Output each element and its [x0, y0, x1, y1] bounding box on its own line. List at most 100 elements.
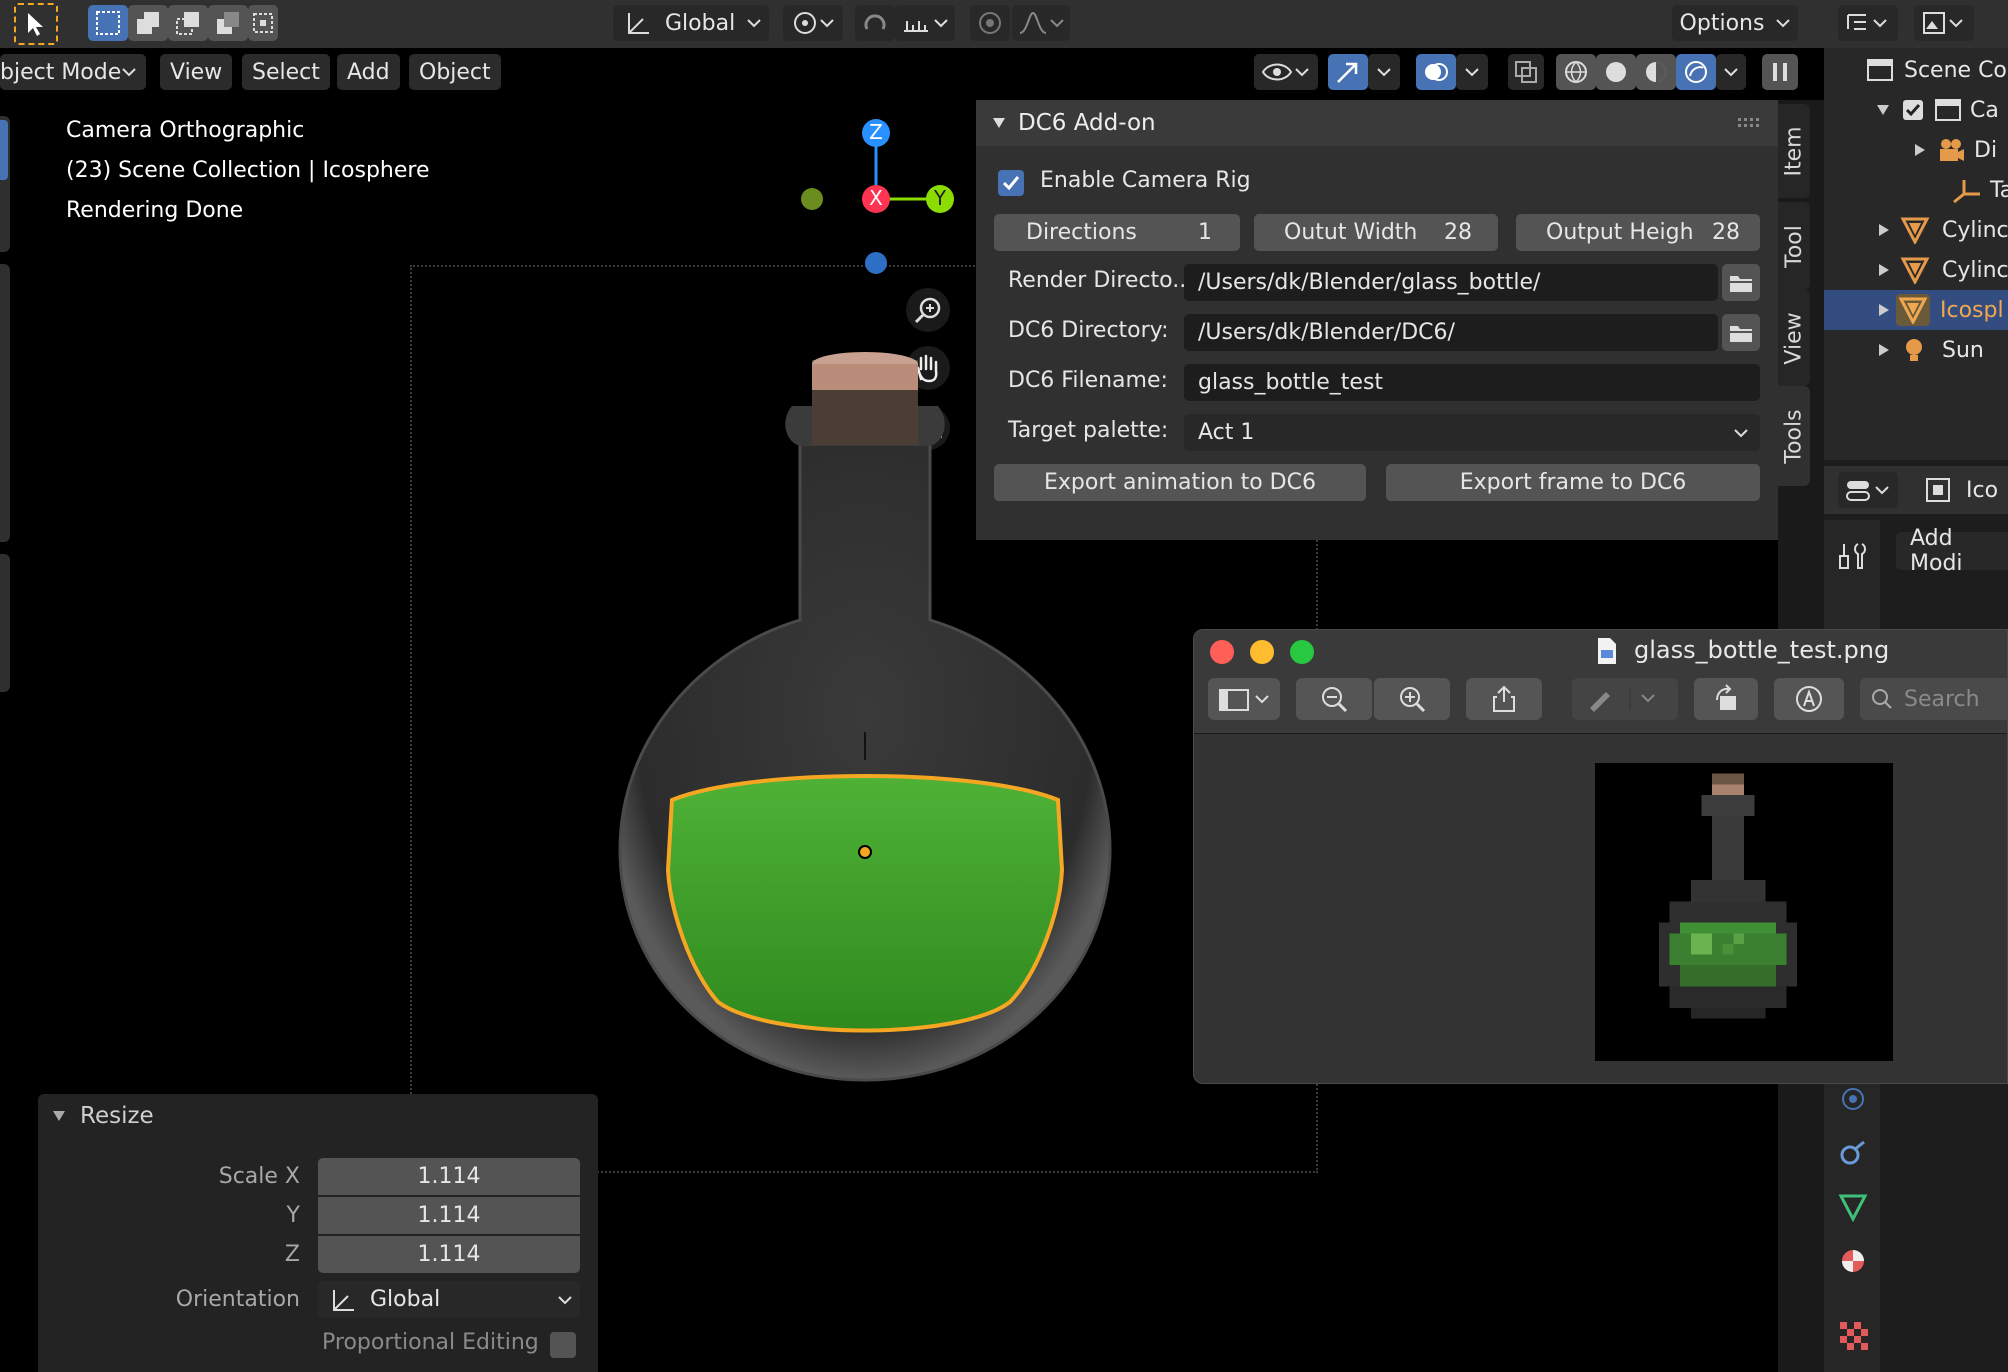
expand-arrow-icon[interactable]	[1876, 104, 1890, 116]
tab-view[interactable]: View	[1778, 290, 1810, 386]
render-directory-input[interactable]: /Users/dk/Blender/glass_bottle/	[1184, 264, 1718, 301]
sidebar-toggle-icon[interactable]	[1208, 678, 1280, 720]
render-directory-label: Render Directo..	[1008, 268, 1187, 293]
shading-rendered-icon[interactable]	[1676, 54, 1716, 90]
dc6-filename-input[interactable]: glass_bottle_test	[1184, 364, 1760, 401]
rotate-icon[interactable]	[1694, 678, 1758, 720]
panel-collapse-icon[interactable]	[992, 117, 1006, 129]
dc6-directory-input[interactable]: /Users/dk/Blender/DC6/	[1184, 314, 1718, 351]
proportional-editing-icon[interactable]	[970, 5, 1010, 41]
mode-dropdown[interactable]: bject Mode	[0, 54, 146, 90]
menu-object[interactable]: Object	[409, 54, 501, 90]
zoom-out-icon[interactable]	[1296, 678, 1372, 720]
physics-icon[interactable]	[1838, 1084, 1868, 1114]
gizmo-dropdown-icon[interactable]	[1368, 54, 1400, 90]
enable-camera-rig-checkbox[interactable]	[998, 170, 1024, 196]
expand-arrow-icon[interactable]	[1878, 303, 1890, 317]
shading-material-icon[interactable]	[1636, 54, 1676, 90]
outliner-row-selected[interactable]: Icospl	[1824, 290, 2008, 330]
toolbar-stub-mid[interactable]	[0, 264, 10, 542]
resize-panel-header[interactable]: Resize	[38, 1094, 598, 1138]
expand-arrow-icon[interactable]	[1914, 143, 1926, 157]
shading-solid-icon[interactable]	[1596, 54, 1636, 90]
shading-dropdown-icon[interactable]	[1716, 54, 1746, 90]
expand-arrow-icon[interactable]	[1878, 263, 1890, 277]
target-palette-dropdown[interactable]: Act 1	[1184, 414, 1760, 451]
outliner-row[interactable]: Di	[1824, 130, 2008, 170]
snap-increment-icon[interactable]	[895, 5, 955, 41]
outliner-root-row[interactable]: Scene Co	[1824, 50, 2008, 90]
folder-icon[interactable]	[1722, 314, 1760, 351]
editor-type-icon[interactable]	[1914, 5, 1974, 41]
xray-toggle-icon[interactable]	[1508, 54, 1544, 90]
outliner-row[interactable]: Ca	[1824, 90, 2008, 130]
panel-header[interactable]: DC6 Add-on	[976, 100, 1778, 146]
viewer-search-field[interactable]: Search	[1860, 678, 2007, 720]
select-intersect-mode-icon[interactable]	[248, 5, 278, 41]
zoom-window-button[interactable]	[1290, 640, 1314, 664]
output-width-field[interactable]: Outut Width 28	[1254, 214, 1498, 251]
options-dropdown[interactable]: Options	[1672, 5, 1798, 41]
shading-wireframe-icon[interactable]	[1556, 54, 1596, 90]
zoom-in-icon[interactable]	[1374, 678, 1450, 720]
tab-tool[interactable]: Tool	[1778, 202, 1810, 290]
export-animation-button[interactable]: Export animation to DC6	[994, 464, 1366, 501]
share-icon[interactable]	[1466, 678, 1542, 720]
select-extend-mode-icon[interactable]	[128, 5, 168, 41]
overlays-dropdown-icon[interactable]	[1456, 54, 1488, 90]
scale-x-field[interactable]: 1.114	[318, 1158, 580, 1195]
outliner-row[interactable]: Ta	[1824, 170, 2008, 210]
visibility-eye-icon[interactable]	[1254, 54, 1318, 90]
markup-pen-icon[interactable]	[1572, 678, 1678, 720]
select-subtract-mode-icon[interactable]	[168, 5, 208, 41]
options-label: Options	[1679, 10, 1765, 36]
add-modifier-button[interactable]: Add Modi	[1896, 526, 2008, 576]
scale-z-field[interactable]: 1.114	[318, 1236, 580, 1273]
toolbar-stub-low[interactable]	[0, 554, 10, 692]
checkbox-icon[interactable]	[1902, 99, 1924, 121]
export-frame-button[interactable]: Export frame to DC6	[1386, 464, 1760, 501]
menu-view[interactable]: View	[160, 54, 233, 90]
viewer-title: glass_bottle_test.png	[1634, 636, 1890, 664]
orientation-dropdown[interactable]: Global	[318, 1281, 580, 1318]
display-mode-icon[interactable]	[1838, 5, 1898, 41]
overlays-toggle-icon[interactable]	[1416, 54, 1456, 90]
proportional-falloff-icon[interactable]	[1012, 5, 1070, 41]
constraints-icon[interactable]	[1838, 1138, 1868, 1168]
expand-arrow-icon[interactable]	[1878, 343, 1890, 357]
menu-add[interactable]: Add	[337, 54, 400, 90]
select-tool-icon[interactable]	[14, 3, 58, 45]
properties-editor-type-icon[interactable]	[1838, 472, 1898, 508]
scale-y-field[interactable]: 1.114	[318, 1197, 580, 1234]
pivot-point-icon[interactable]	[783, 5, 843, 41]
zoom-icon[interactable]	[906, 288, 950, 332]
output-height-field[interactable]: Output Heigh 28	[1516, 214, 1760, 251]
pause-render-icon[interactable]	[1762, 54, 1798, 90]
menu-select[interactable]: Select	[242, 54, 330, 90]
minimize-window-button[interactable]	[1250, 640, 1274, 664]
proportional-editing-checkbox[interactable]	[550, 1332, 576, 1358]
object-data-icon[interactable]	[1838, 1192, 1868, 1222]
drag-handle-icon[interactable]	[1738, 118, 1760, 128]
transform-orientation-dropdown[interactable]: Global	[613, 5, 769, 41]
select-new-mode-icon[interactable]	[88, 5, 128, 41]
chevron-down-icon	[1734, 428, 1748, 438]
gizmo-toggle-icon[interactable]	[1328, 54, 1368, 90]
tab-item[interactable]: Item	[1778, 104, 1810, 198]
texture-icon[interactable]	[1838, 1320, 1868, 1350]
outliner-row[interactable]: Cylinc	[1824, 210, 2008, 250]
close-window-button[interactable]	[1210, 640, 1234, 664]
folder-icon[interactable]	[1722, 264, 1760, 301]
directions-field[interactable]: Directions 1	[994, 214, 1240, 251]
markup-toolbar-icon[interactable]	[1774, 678, 1844, 720]
panel-collapse-icon[interactable]	[52, 1110, 66, 1122]
snap-icon[interactable]	[855, 5, 895, 41]
outliner-row[interactable]: Cylinc	[1824, 250, 2008, 290]
select-invert-mode-icon[interactable]	[208, 5, 248, 41]
material-icon[interactable]	[1838, 1246, 1868, 1276]
expand-arrow-icon[interactable]	[1878, 223, 1890, 237]
tool-properties-icon[interactable]	[1836, 540, 1868, 572]
outliner-row[interactable]: Sun	[1824, 330, 2008, 370]
scene-collection-icon	[1866, 57, 1894, 83]
tab-tools[interactable]: Tools	[1778, 386, 1810, 486]
